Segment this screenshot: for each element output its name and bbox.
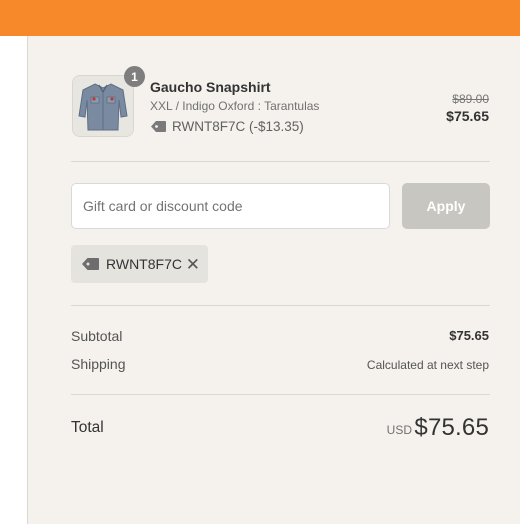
subtotal-value: $75.65 bbox=[449, 328, 489, 343]
remove-discount-icon[interactable]: ✕ bbox=[186, 256, 200, 273]
divider bbox=[71, 305, 490, 306]
price-tag-icon bbox=[82, 258, 99, 270]
applied-discount-tag: RWNT8F7C ✕ bbox=[71, 245, 208, 283]
product-discount-line: RWNT8F7C (-$13.35) bbox=[150, 119, 304, 134]
discount-code-input[interactable] bbox=[71, 183, 390, 229]
currency-code: USD bbox=[386, 423, 412, 437]
product-discount-text: RWNT8F7C (-$13.35) bbox=[172, 119, 304, 134]
applied-discount-code: RWNT8F7C bbox=[106, 256, 182, 272]
divider bbox=[71, 394, 490, 395]
header-bar bbox=[0, 0, 520, 36]
product-variant: XXL / Indigo Oxford : Tarantulas bbox=[150, 99, 320, 113]
product-name: Gaucho Snapshirt bbox=[150, 79, 271, 95]
price-tag-icon bbox=[151, 121, 166, 132]
divider bbox=[71, 161, 490, 162]
apply-button[interactable]: Apply bbox=[402, 183, 490, 229]
shirt-icon bbox=[73, 76, 133, 136]
total-amount: $75.65 bbox=[414, 414, 489, 441]
line-price: $75.65 bbox=[446, 108, 489, 124]
quantity-badge: 1 bbox=[124, 66, 145, 87]
product-thumbnail bbox=[72, 75, 134, 137]
total-label: Total bbox=[71, 419, 104, 436]
shipping-label: Shipping bbox=[71, 356, 126, 372]
main-content-pane bbox=[0, 36, 27, 524]
subtotal-label: Subtotal bbox=[71, 328, 123, 344]
original-price: $89.00 bbox=[452, 92, 489, 106]
shipping-value: Calculated at next step bbox=[366, 358, 489, 372]
order-summary: 1 Gaucho Snapshirt XXL / Indigo Oxford :… bbox=[27, 36, 520, 524]
